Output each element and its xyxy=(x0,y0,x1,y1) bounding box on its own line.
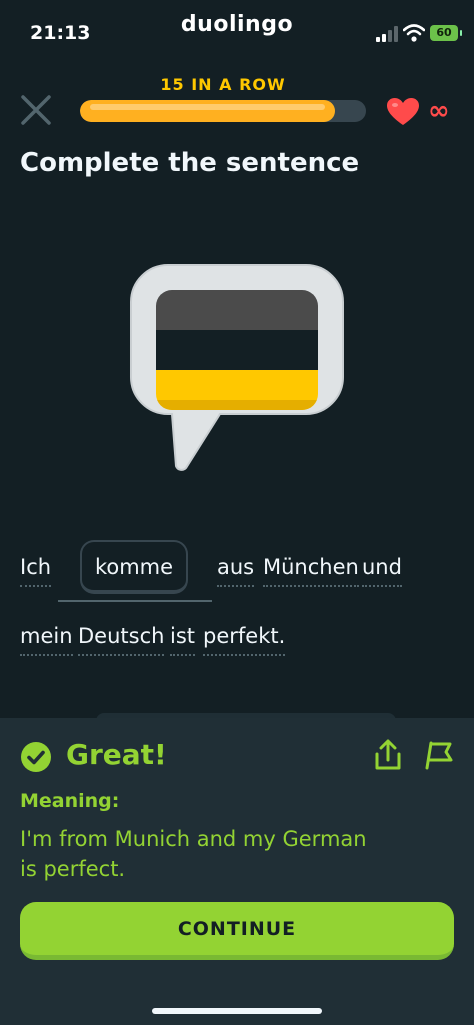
battery-icon: 60 xyxy=(430,25,462,41)
word-mein[interactable]: mein xyxy=(20,624,73,656)
check-circle-icon xyxy=(21,742,51,772)
german-flag-bubble-icon xyxy=(130,264,344,471)
answer-chip[interactable]: komme xyxy=(80,540,188,594)
home-indicator xyxy=(152,1008,322,1014)
progress-fill xyxy=(80,100,335,122)
word-ist[interactable]: ist xyxy=(170,624,196,656)
word-ich[interactable]: Ich xyxy=(20,555,52,587)
meaning-line-2: is perfect. xyxy=(20,857,126,881)
meaning-text: I'm from Munich and my German is perfect… xyxy=(20,824,450,884)
continue-button[interactable]: CONTINUE xyxy=(20,902,454,960)
result-title: Great! xyxy=(66,738,167,771)
word-muenchen[interactable]: München xyxy=(263,555,359,587)
status-bar: 21:13 duolingo 60 xyxy=(0,0,474,60)
word-perfekt[interactable]: perfekt. xyxy=(203,624,286,656)
meaning-line-1: I'm from Munich and my German xyxy=(20,827,367,851)
signal-icon xyxy=(376,26,398,42)
prompt-title: Complete the sentence xyxy=(20,148,360,178)
lesson-progress-bar xyxy=(80,100,366,122)
streak-label: 15 IN A ROW xyxy=(160,75,286,94)
wifi-icon xyxy=(403,24,425,42)
hearts-count: ∞ xyxy=(428,96,450,126)
word-deutsch[interactable]: Deutsch xyxy=(78,624,165,656)
answer-underline xyxy=(58,600,212,602)
report-flag-icon[interactable] xyxy=(420,740,454,770)
progress-shine xyxy=(90,104,325,110)
word-und[interactable]: und xyxy=(362,555,402,587)
word-aus[interactable]: aus xyxy=(217,555,255,587)
share-icon[interactable] xyxy=(372,738,404,772)
heart-icon[interactable] xyxy=(386,97,420,127)
close-icon[interactable] xyxy=(18,92,54,128)
meaning-label: Meaning: xyxy=(20,790,120,812)
